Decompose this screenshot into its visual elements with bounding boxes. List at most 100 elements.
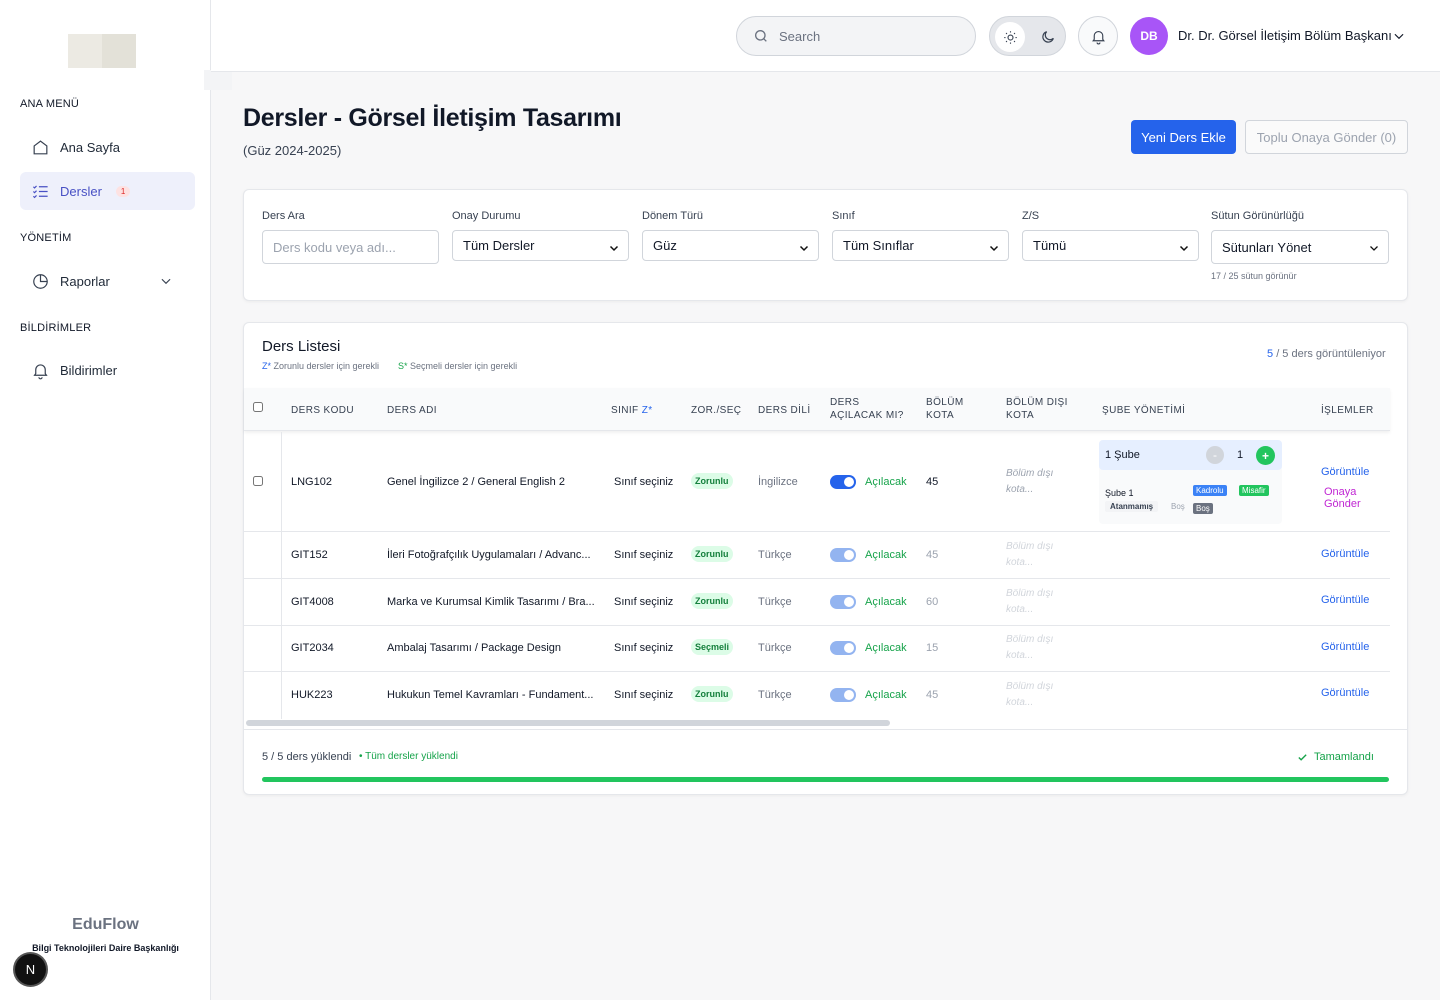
chevron-down-icon[interactable] [159, 274, 173, 288]
view-link[interactable]: Görüntüle [1321, 466, 1369, 478]
notifications-button[interactable] [1078, 16, 1118, 56]
legend-mark: Z* [262, 361, 271, 371]
column-header[interactable]: DERS ADI [387, 404, 437, 417]
course-language: Türkçe [758, 689, 792, 701]
open-toggle[interactable] [830, 641, 856, 655]
class-select[interactable]: Sınıf seçiniz [614, 596, 673, 608]
department-quota[interactable]: 15 [926, 642, 938, 654]
bulk-approve-button[interactable]: Toplu Onaya Gönder (0) [1245, 120, 1408, 154]
term-select[interactable]: Güz [642, 230, 819, 261]
view-link[interactable]: Görüntüle [1321, 641, 1369, 653]
column-header[interactable]: ZOR./SEÇ [691, 404, 741, 417]
top-bar: Search DB Dr. Dr. Görsel İletişim Bölüm … [211, 0, 1440, 72]
send-approval-link[interactable]: Onaya Gönder [1324, 486, 1390, 510]
legend-text: Zorunlu dersler için gerekli [273, 361, 380, 371]
column-header[interactable]: DERS KODU [291, 404, 354, 417]
section-count: 1 [1237, 449, 1244, 461]
class-select[interactable]: Sınıf seçiniz [614, 642, 673, 654]
column-header[interactable]: BÖLÜM KOTA [926, 396, 964, 422]
select-all-checkbox[interactable] [253, 402, 263, 412]
row-checkbox[interactable] [253, 476, 263, 486]
required-mark: Z* [641, 405, 653, 416]
approval-select[interactable]: Tüm Dersler [452, 230, 629, 261]
view-link[interactable]: Görüntüle [1321, 548, 1369, 560]
select-value: Sınıf seçiniz [614, 549, 674, 561]
horizontal-scrollbar[interactable] [246, 720, 890, 726]
placeholder-line: kota... [1006, 697, 1034, 708]
chevron-down-icon [799, 245, 809, 252]
column-visibility-select[interactable]: Sütunları Yönet [1211, 230, 1389, 264]
external-quota-input[interactable]: Bölüm dışı kota... [1006, 632, 1053, 664]
sidebar-item-reports[interactable]: Raporlar [20, 262, 195, 300]
column-header[interactable]: İŞLEMLER [1321, 404, 1374, 417]
decrement-section-button[interactable]: - [1206, 446, 1224, 464]
sidebar-item-label: Ana Sayfa [60, 139, 120, 155]
external-quota-input[interactable]: Bölüm dışı kota... [1006, 586, 1053, 618]
sidebar-item-home[interactable]: Ana Sayfa [20, 128, 195, 166]
section-title-admin: YÖNETİM [20, 232, 72, 244]
moon-icon [1042, 31, 1054, 43]
external-quota-input[interactable]: Bölüm dışı kota... [1006, 466, 1053, 498]
department-quota[interactable]: 60 [926, 596, 938, 608]
list-check-icon [32, 185, 48, 198]
course-search-input[interactable]: Ders kodu veya adı... [262, 230, 439, 264]
section-name: Şube 1 [1105, 488, 1134, 498]
guest-badge[interactable]: Misafir [1239, 485, 1269, 496]
user-name[interactable]: Dr. Dr. Görsel İletişim Bölüm Başkanı [1178, 28, 1392, 43]
select-value: Sınıf seçiniz [614, 689, 674, 701]
department-quota[interactable]: 45 [926, 476, 938, 488]
chevron-down-icon [609, 245, 619, 252]
avatar[interactable]: DB [1130, 17, 1168, 55]
empty-label: Boş [1171, 502, 1185, 511]
filter-label: Dönem Türü [642, 210, 703, 222]
placeholder-line: kota... [1006, 484, 1034, 495]
class-select[interactable]: Sınıf seçiniz [614, 689, 673, 701]
zs-badge: Zorunlu [691, 593, 733, 609]
home-icon [33, 139, 48, 154]
search-placeholder: Search [779, 28, 821, 44]
filter-label: Sınıf [832, 210, 855, 222]
open-status: Açılacak [865, 642, 907, 654]
placeholder-line: Bölüm dışı [1006, 681, 1054, 692]
class-select[interactable]: Sınıf seçiniz [614, 549, 673, 561]
zs-select[interactable]: Tümü [1022, 230, 1199, 261]
sidebar-item-label: Raporlar [60, 273, 110, 289]
columns-hint: 17 / 25 sütun görünür [1211, 271, 1297, 281]
increment-section-button[interactable]: + [1256, 446, 1275, 465]
open-toggle[interactable] [830, 548, 856, 562]
dark-mode-button[interactable] [1033, 22, 1063, 52]
list-title: Ders Listesi [262, 338, 341, 355]
open-toggle[interactable] [830, 688, 856, 702]
add-course-button[interactable]: Yeni Ders Ekle [1131, 120, 1236, 154]
kadrolu-badge[interactable]: Kadrolu [1193, 485, 1227, 496]
open-toggle[interactable] [830, 475, 856, 489]
chevron-down-icon[interactable] [1392, 29, 1406, 43]
view-link[interactable]: Görüntüle [1321, 687, 1369, 699]
open-toggle[interactable] [830, 595, 856, 609]
theme-toggle[interactable] [989, 16, 1066, 56]
column-header[interactable]: BÖLÜM DIŞI KOTA [1006, 396, 1068, 422]
sidebar-item-notifications[interactable]: Bildirimler [20, 351, 195, 389]
department-quota[interactable]: 45 [926, 549, 938, 561]
search-input[interactable]: Search [736, 16, 976, 56]
column-header[interactable]: ŞUBE YÖNETİMİ [1102, 404, 1185, 417]
filter-label: Ders Ara [262, 210, 305, 222]
sidebar-item-courses[interactable]: Dersler 1 [20, 172, 195, 210]
pie-chart-icon [33, 273, 48, 289]
dev-tools-button[interactable]: N [15, 954, 46, 985]
column-header[interactable]: DERS AÇILACAK MI? [830, 396, 904, 422]
column-header[interactable]: DERS DİLİ [758, 404, 811, 417]
external-quota-input[interactable]: Bölüm dışı kota... [1006, 539, 1053, 571]
column-header[interactable]: SINIF Z* [611, 404, 653, 417]
open-status: Açılacak [865, 476, 907, 488]
select-value: Sınıf seçiniz [614, 476, 674, 488]
class-select[interactable]: Tüm Sınıflar [832, 230, 1009, 261]
view-link[interactable]: Görüntüle [1321, 594, 1369, 606]
class-select[interactable]: Sınıf seçiniz [614, 476, 673, 488]
external-quota-input[interactable]: Bölüm dışı kota... [1006, 679, 1053, 711]
course-name: Hukukun Temel Kavramları - Fundament... [387, 689, 594, 701]
department-quota[interactable]: 45 [926, 689, 938, 701]
completed-status: Tamamlandı [1314, 751, 1374, 763]
select-value: Güz [653, 238, 677, 253]
light-mode-button[interactable] [995, 22, 1025, 52]
